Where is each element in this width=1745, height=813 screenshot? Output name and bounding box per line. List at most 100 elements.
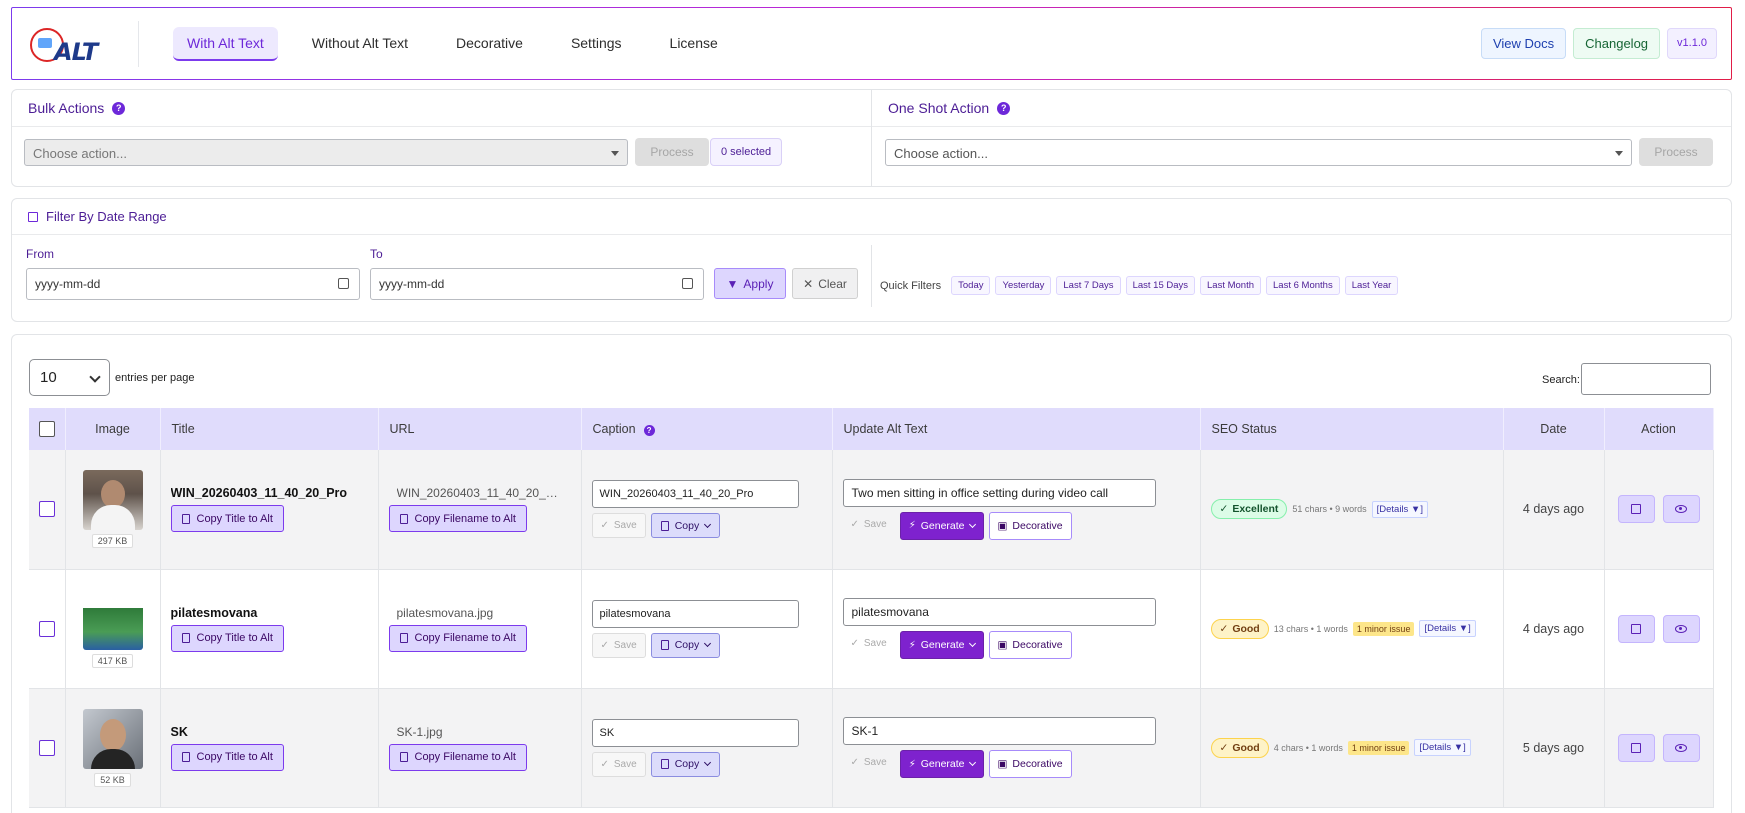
copy-filename-to-alt-button[interactable]: Copy Filename to Alt — [388, 624, 527, 652]
one-shot-action-select[interactable]: Choose action... — [885, 139, 1632, 166]
image-url: pilatesmovana.jpg — [396, 605, 494, 620]
apply-filter-button[interactable]: ▼ Apply — [714, 268, 786, 299]
col-action: Action — [1604, 408, 1714, 450]
tab-decorative[interactable]: Decorative — [442, 27, 537, 61]
row-checkbox[interactable] — [38, 620, 55, 637]
decorative-button[interactable]: ▣ Decorative — [988, 631, 1072, 659]
copy-filename-to-alt-button[interactable]: Copy Filename to Alt — [388, 505, 527, 533]
help-icon[interactable]: ? — [643, 425, 655, 436]
details-toggle[interactable]: [Details ▼] — [1419, 620, 1476, 637]
entries-per-page-select[interactable]: 10 — [29, 359, 110, 396]
quick-filter-last-15-days[interactable]: Last 15 Days — [1125, 276, 1196, 295]
save-alt-button[interactable]: ✓ Save — [843, 512, 895, 537]
filter-icon: ▼ — [726, 276, 739, 291]
save-caption-button[interactable]: ✓ Save — [591, 751, 646, 777]
image-title: SK — [170, 724, 188, 739]
col-title[interactable]: Title — [160, 408, 379, 450]
copy-title-to-alt-button[interactable]: Copy Title to Alt — [170, 624, 284, 652]
quick-filter-last-year[interactable]: Last Year — [1344, 276, 1399, 295]
save-alt-button[interactable]: ✓ Save — [843, 750, 895, 775]
details-toggle[interactable]: [Details ▼] — [1371, 500, 1428, 518]
copy-dropdown-button[interactable]: Copy — [650, 632, 721, 658]
copy-title-to-alt-button[interactable]: Copy Title to Alt — [170, 743, 284, 771]
bolt-icon: ⚡ — [908, 520, 916, 532]
one-shot-process-button[interactable]: Process — [1639, 138, 1713, 166]
save-caption-button[interactable]: ✓ Save — [591, 632, 646, 658]
save-alt-button[interactable]: ✓ Save — [843, 631, 895, 656]
image-thumbnail[interactable] — [82, 708, 143, 769]
copy-icon — [181, 633, 190, 643]
top-header: ALT With Alt Text Without Alt Text Decor… — [11, 7, 1732, 80]
tab-with-alt-text[interactable]: With Alt Text — [173, 26, 278, 61]
to-date-input[interactable]: yyyy-mm-dd — [370, 268, 704, 300]
view-docs-button[interactable]: View Docs — [1480, 28, 1567, 59]
quick-filter-yesterday[interactable]: Yesterday — [995, 276, 1052, 295]
generate-button[interactable]: ⚡ Generate — [899, 511, 984, 540]
actions-panel: Bulk Actions? Choose action... Process 0… — [11, 89, 1732, 187]
images-table: Image Title URL Caption? Update Alt Text… — [29, 408, 1714, 808]
edit-button[interactable] — [1617, 614, 1655, 643]
quick-filters: Quick Filters Today Yesterday Last 7 Day… — [880, 276, 1399, 295]
seo-status-badge: ✓ Excellent — [1210, 499, 1288, 520]
save-caption-button[interactable]: ✓ Save — [591, 513, 646, 539]
row-checkbox[interactable] — [38, 501, 55, 518]
bulk-action-select[interactable]: Choose action... — [24, 139, 628, 166]
quick-filter-today[interactable]: Today — [951, 276, 991, 295]
caption-input[interactable]: SK — [591, 718, 799, 747]
generate-button[interactable]: ⚡ Generate — [899, 750, 984, 778]
calendar-icon[interactable] — [338, 278, 349, 289]
calendar-icon[interactable] — [682, 278, 693, 289]
quick-filter-last-month[interactable]: Last Month — [1200, 276, 1262, 295]
tab-without-alt-text[interactable]: Without Alt Text — [298, 27, 422, 61]
copy-dropdown-button[interactable]: Copy — [650, 751, 721, 777]
seo-status-badge: ✓ Good — [1210, 618, 1269, 639]
quick-filter-last-7-days[interactable]: Last 7 Days — [1056, 276, 1121, 295]
generate-button[interactable]: ⚡ Generate — [899, 631, 984, 659]
col-url[interactable]: URL — [378, 408, 582, 450]
edit-button[interactable] — [1617, 495, 1655, 524]
from-date-input[interactable]: yyyy-mm-dd — [26, 268, 360, 300]
caption-input[interactable]: pilatesmovana — [591, 599, 799, 628]
tab-settings[interactable]: Settings — [557, 27, 636, 61]
chevron-down-icon — [704, 520, 712, 528]
copy-dropdown-button[interactable]: Copy — [650, 513, 721, 539]
search-label: Search: — [1542, 374, 1580, 386]
help-icon[interactable]: ? — [997, 101, 1011, 115]
to-label: To — [370, 247, 383, 261]
alt-text-input[interactable]: Two men sitting in office setting during… — [842, 478, 1156, 507]
edit-button[interactable] — [1617, 733, 1655, 762]
caption-input[interactable]: WIN_20260403_11_40_20_Pro — [591, 480, 799, 509]
quick-filter-last-6-months[interactable]: Last 6 Months — [1266, 276, 1340, 295]
image-icon: ▣ — [997, 758, 1008, 770]
row-checkbox[interactable] — [38, 739, 55, 756]
image-thumbnail[interactable] — [82, 589, 143, 650]
check-icon: ✓ — [850, 757, 859, 768]
image-thumbnail[interactable] — [82, 470, 143, 531]
clear-filter-button[interactable]: ✕ Clear — [792, 268, 858, 299]
copy-icon — [399, 752, 408, 762]
file-size: 417 KB — [91, 653, 134, 668]
tab-license[interactable]: License — [656, 27, 732, 61]
bulk-process-button[interactable]: Process — [635, 138, 709, 166]
copy-filename-to-alt-button[interactable]: Copy Filename to Alt — [388, 743, 527, 771]
copy-icon — [399, 633, 408, 643]
select-all-checkbox[interactable] — [38, 421, 55, 437]
view-button[interactable] — [1662, 614, 1700, 643]
copy-title-to-alt-button[interactable]: Copy Title to Alt — [170, 505, 284, 533]
copy-icon — [660, 520, 669, 531]
images-table-panel: 10 entries per page Search: Image Title … — [11, 334, 1732, 813]
col-date[interactable]: Date — [1503, 408, 1605, 450]
bulk-actions-panel: Bulk Actions? Choose action... Process 0… — [12, 90, 872, 186]
image-url: WIN_20260403_11_40_20_Pr... — [396, 486, 563, 501]
changelog-button[interactable]: Changelog — [1573, 28, 1661, 59]
help-icon[interactable]: ? — [112, 101, 126, 115]
details-toggle[interactable]: [Details ▼] — [1414, 739, 1471, 756]
alt-text-input[interactable]: SK-1 — [842, 717, 1156, 745]
search-input[interactable] — [1581, 363, 1711, 395]
alt-text-input[interactable]: pilatesmovana — [842, 598, 1156, 626]
filter-title: Filter By Date Range — [46, 209, 167, 224]
decorative-button[interactable]: ▣ Decorative — [988, 750, 1072, 778]
decorative-button[interactable]: ▣ Decorative — [988, 511, 1072, 540]
view-button[interactable] — [1662, 495, 1700, 524]
view-button[interactable] — [1662, 733, 1700, 762]
